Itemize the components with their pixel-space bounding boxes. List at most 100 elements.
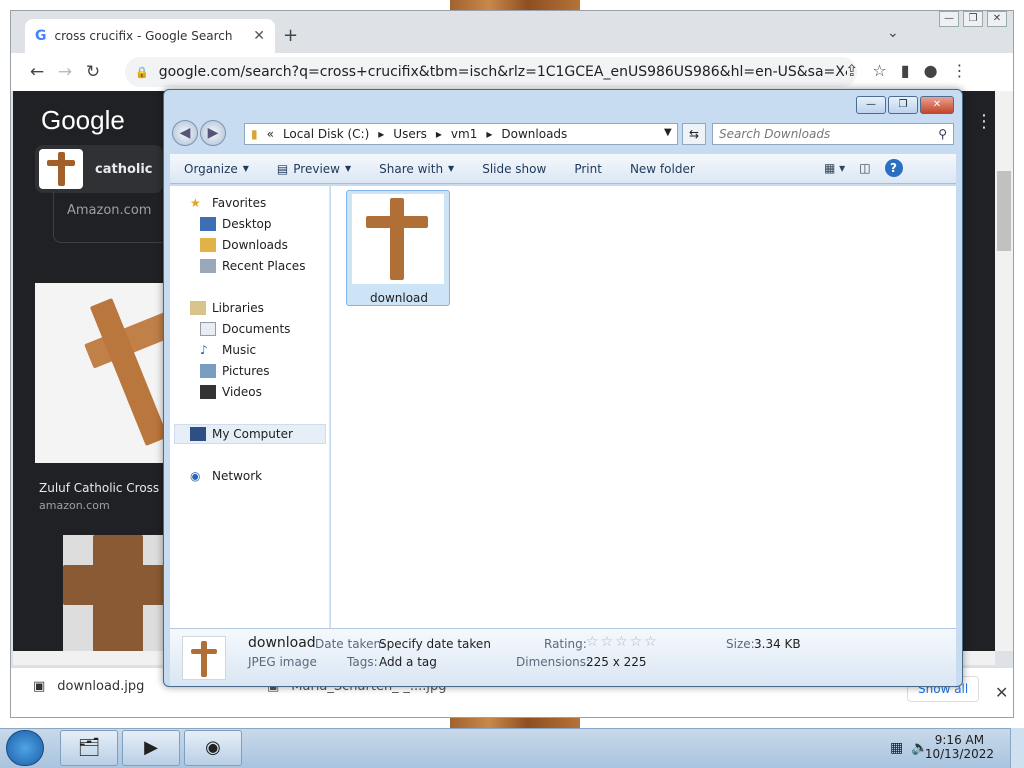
documents-icon [200,322,216,336]
details-date-value[interactable]: Specify date taken [379,637,491,651]
profile-avatar-icon[interactable]: ● [924,61,938,80]
explorer-close-button[interactable]: ✕ [920,96,954,114]
breadcrumb-downloads[interactable]: Downloads [501,127,567,141]
nav-documents[interactable]: Documents [200,322,290,336]
nav-network[interactable]: ◉ Network [190,469,262,483]
apps-grid-icon[interactable]: ⋮⋮⋮ [975,111,995,132]
nav-my-computer[interactable]: My Computer [190,427,293,441]
side-panel-icon[interactable]: ▮ [901,61,910,80]
tab-search-icon[interactable]: ⌄ [887,25,899,41]
chevron-down-icon: ▼ [242,164,249,173]
change-view-icon[interactable]: ▦ ▾ [824,161,845,175]
back-icon[interactable]: ← [23,62,51,82]
system-tray: ▦ 🔈 [890,740,929,756]
google-logo[interactable]: Google [41,105,125,136]
organize-button[interactable]: Organize ▼ [170,162,263,176]
explorer-forward-icon[interactable]: ▶ [200,120,226,146]
explorer-maximize-button[interactable]: ❐ [888,96,918,114]
nav-favorites[interactable]: ★ Favorites [190,196,266,210]
preview-button[interactable]: ▤ Preview ▼ [263,162,365,176]
browser-tab[interactable]: G cross crucifix - Google Search ✕ [25,19,275,53]
result2-source[interactable]: amazon.com [39,499,110,512]
close-shelf-icon[interactable]: ✕ [995,683,1008,702]
preview-pane-icon[interactable]: ◫ [859,161,870,175]
nav-computer-label: My Computer [212,427,293,441]
share-icon[interactable]: ⇪ [845,61,858,80]
nav-libraries[interactable]: Libraries [190,301,264,315]
rating-stars[interactable]: ☆☆☆☆☆ [586,634,659,650]
network-icon: ◉ [190,469,201,483]
explorer-back-icon[interactable]: ◀ [172,120,198,146]
tab-close-icon[interactable]: ✕ [253,28,265,44]
clock-time: 9:16 AM [934,733,985,747]
explorer-search-input[interactable]: Search Downloads ⚲ [712,123,954,145]
network-tray-icon[interactable]: ▦ [890,740,903,756]
chrome-window-controls: — ❐ ✕ [939,11,1007,27]
lock-icon: 🔒 [135,65,149,79]
star-icon: ★ [190,196,201,210]
nav-desktop-label: Desktop [222,217,272,231]
nav-pictures-label: Pictures [222,364,270,378]
help-icon[interactable]: ? [884,159,903,177]
nav-downloads[interactable]: Downloads [200,238,288,252]
breadcrumb-sep-icon[interactable]: ▸ [486,127,492,141]
taskbar-media-player-icon[interactable]: ▶ [122,730,180,766]
result3-image[interactable] [63,535,173,651]
explorer-nav-buttons: ◀ ▶ [172,120,226,146]
chip-label: catholic [95,161,153,177]
page-scroll-thumb[interactable] [997,171,1011,251]
tab-title: cross crucifix - Google Search [54,29,233,43]
nav-recent-places[interactable]: Recent Places [200,259,305,273]
print-button[interactable]: Print [560,162,616,176]
explorer-minimize-button[interactable]: — [856,96,886,114]
refresh-icon[interactable]: ⇆ [682,123,706,145]
address-dropdown-icon[interactable]: ▼ [664,127,672,138]
nav-videos[interactable]: Videos [200,385,262,399]
minimize-button[interactable]: — [939,11,959,27]
show-desktop-button[interactable] [1010,728,1024,768]
nav-videos-label: Videos [222,385,262,399]
nav-network-label: Network [212,469,263,483]
slideshow-button[interactable]: Slide show [468,162,560,176]
desktop-wallpaper-bottom [450,718,580,728]
music-icon: ♪ [200,343,208,357]
nav-documents-label: Documents [222,322,291,336]
chevron-down-icon: ▼ [448,164,455,173]
download-item-1[interactable]: ▣ download.jpg [33,679,144,694]
explorer-address-bar[interactable]: ▮ « Local Disk (C:) ▸ Users ▸ vm1 ▸ Down… [244,123,678,145]
maximize-button[interactable]: ❐ [963,11,983,27]
menu-kebab-icon[interactable]: ⋮ [952,61,968,80]
new-tab-button[interactable]: + [283,25,298,46]
details-size-value: 3.34 KB [754,637,801,651]
forward-icon[interactable]: → [51,62,79,82]
start-button[interactable] [6,730,44,766]
taskbar-chrome-icon[interactable]: ◉ [184,730,242,766]
share-with-button[interactable]: Share with ▼ [365,162,468,176]
bookmark-star-icon[interactable]: ☆ [872,61,886,80]
nav-pictures[interactable]: Pictures [200,364,270,378]
breadcrumb-sep-icon[interactable]: ▸ [436,127,442,141]
address-bar[interactable]: 🔒 google.com/search?q=cross+crucifix&tbm… [125,57,857,87]
file-thumbnail [352,194,444,284]
desktop-wallpaper-top [450,0,580,10]
nav-desktop[interactable]: Desktop [200,217,272,231]
details-tags-value[interactable]: Add a tag [379,655,437,669]
breadcrumb-vm1[interactable]: vm1 [451,127,477,141]
breadcrumb-sep-icon[interactable]: ▸ [378,127,384,141]
result2-title[interactable]: Zuluf Catholic Cross Cr [39,481,176,495]
breadcrumb-users[interactable]: Users [393,127,427,141]
nav-music[interactable]: ♪ Music [200,343,256,357]
pictures-icon [200,364,216,378]
reload-icon[interactable]: ↻ [79,62,107,82]
breadcrumb-overflow[interactable]: « [267,127,274,141]
details-rating-label: Rating: [544,637,587,651]
taskbar-explorer-icon[interactable]: 🗂 [60,730,118,766]
breadcrumb-local-disk[interactable]: Local Disk (C:) [283,127,369,141]
result1-source[interactable]: Amazon.com [67,203,151,218]
taskbar-clock[interactable]: 9:16 AM 10/13/2022 [925,733,994,761]
related-search-chip[interactable]: catholic [35,145,163,193]
close-button[interactable]: ✕ [987,11,1007,27]
new-folder-button[interactable]: New folder [616,162,709,176]
rating-star-icons[interactable]: ☆☆☆☆☆ [586,634,659,650]
search-icon[interactable]: ⚲ [938,127,947,141]
